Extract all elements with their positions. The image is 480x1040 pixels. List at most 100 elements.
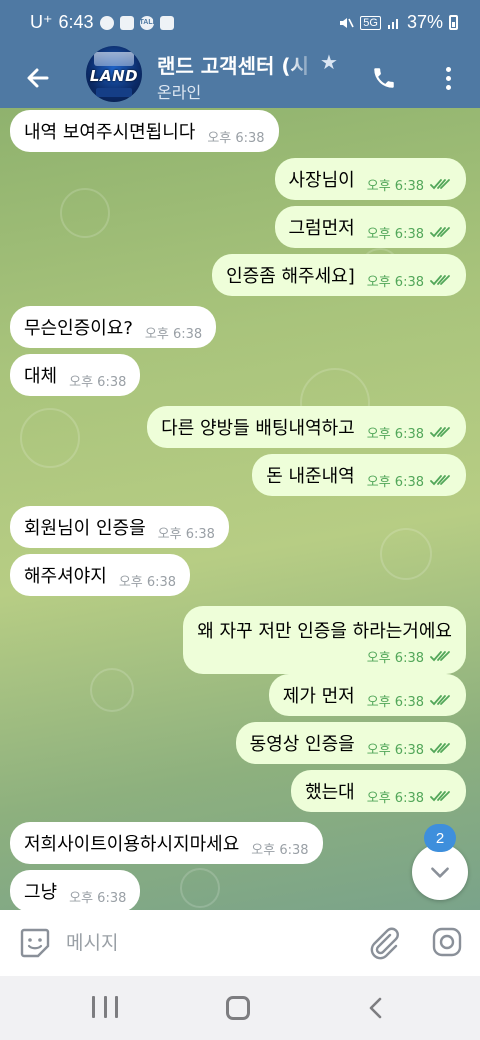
message-text: 회원님이 인증을	[24, 518, 146, 539]
message-time: 오후 6:38	[366, 426, 424, 442]
message-text: 그냥	[24, 882, 58, 903]
message-text: 제가 먼저	[282, 686, 355, 707]
outgoing-message[interactable]: 그럼먼저 오후 6:38	[274, 206, 466, 248]
message-time: 오후 6:38	[157, 526, 215, 542]
emoji-button[interactable]	[18, 926, 52, 960]
message-meta: 오후 6:38	[367, 787, 452, 806]
message-text: 동영상 인증을	[249, 734, 355, 755]
outgoing-message[interactable]: 왜 자꾸 저만 인증을 하라는거에요오후 6:38	[183, 606, 466, 674]
message-text: 인증좀 해주세요]	[226, 266, 355, 287]
message-icon	[159, 15, 174, 30]
scroll-to-bottom-button[interactable]	[412, 844, 468, 900]
arrow-left-icon	[27, 68, 49, 88]
call-button[interactable]	[366, 60, 402, 96]
battery-percent: 37%	[406, 12, 443, 32]
incoming-message[interactable]: 그냥 오후 6:38	[10, 870, 141, 910]
message-time: 오후 6:38	[366, 694, 424, 710]
message-meta: 오후 6:38	[119, 571, 176, 590]
read-checkmarks-icon	[430, 695, 450, 706]
message-meta: 오후 6:38	[367, 691, 452, 710]
incoming-message[interactable]: 저희사이트이용하시지마세요 오후 6:38	[10, 822, 323, 864]
message-meta: 오후 6:38	[367, 175, 452, 194]
home-button[interactable]	[226, 996, 250, 1020]
message-meta: 오후 6:38	[367, 471, 452, 490]
message-meta: 오후 6:38	[251, 839, 308, 858]
outgoing-message[interactable]: 돈 내준내역 오후 6:38	[252, 454, 466, 496]
message-text: 왜 자꾸 저만 인증을 하라는거에요	[197, 620, 452, 642]
message-text: 사장님이	[288, 170, 355, 191]
message-time: 오후 6:38	[366, 650, 424, 666]
message-meta: 오후 6:38	[367, 739, 452, 758]
message-time: 오후 6:38	[144, 326, 203, 342]
chat-header: LAND 랜드 고객센터 (시 ★ 온라인	[0, 46, 480, 108]
status-right: 5G 37%	[338, 12, 458, 33]
avatar[interactable]: LAND	[86, 46, 142, 102]
recents-button[interactable]	[92, 996, 118, 1018]
status-left: U⁺ 6:43 TALK	[30, 12, 174, 33]
composer	[0, 910, 480, 976]
message-time: 오후 6:38	[207, 130, 265, 146]
unread-count-badge: 2	[424, 824, 456, 852]
sticker-icon	[20, 928, 50, 958]
message-text: 했는대	[305, 782, 355, 803]
message-meta: 오후 6:38	[207, 127, 264, 146]
message-meta: 오후 6:38	[69, 371, 126, 390]
message-text: 대체	[24, 366, 58, 387]
read-checkmarks-icon	[430, 227, 450, 238]
incoming-message[interactable]: 회원님이 인증을 오후 6:38	[10, 506, 229, 548]
outgoing-message[interactable]: 인증좀 해주세요] 오후 6:38	[212, 254, 466, 296]
incoming-message[interactable]: 해주셔야지 오후 6:38	[10, 554, 191, 596]
message-time: 오후 6:38	[366, 178, 424, 194]
message-text: 무슨인증이요?	[24, 318, 133, 339]
message-text: 돈 내준내역	[266, 466, 355, 487]
more-options-button[interactable]	[430, 60, 466, 96]
notification-dot-icon	[99, 15, 114, 30]
message-text: 다른 양방들 배팅내역하고	[161, 418, 355, 439]
kakaotalk-icon: TALK	[139, 15, 158, 30]
incoming-message[interactable]: 대체 오후 6:38	[10, 354, 141, 396]
message-text: 내역 보여주시면됩니다	[24, 122, 196, 143]
message-meta: 오후 6:38	[158, 523, 215, 542]
message-time: 오후 6:38	[366, 274, 424, 290]
incoming-message[interactable]: 내역 보여주시면됩니다 오후 6:38	[10, 110, 279, 152]
message-time: 오후 6:38	[366, 742, 424, 758]
attach-button[interactable]	[366, 925, 402, 961]
back-button[interactable]	[18, 58, 58, 98]
online-status: 온라인	[157, 83, 202, 102]
signal-icon	[387, 18, 398, 29]
gallery-icon	[119, 15, 134, 30]
message-meta: 오후 6:38	[367, 223, 452, 242]
phone-icon	[374, 68, 394, 88]
read-checkmarks-icon	[430, 743, 450, 754]
outgoing-message[interactable]: 다른 양방들 배팅내역하고 오후 6:38	[147, 406, 466, 448]
message-input[interactable]	[66, 928, 346, 958]
message-meta: 오후 6:38	[367, 647, 452, 666]
message-meta: 오후 6:38	[367, 423, 452, 442]
message-time: 오후 6:38	[118, 574, 177, 590]
message-text: 그럼먼저	[288, 218, 355, 239]
message-time: 오후 6:38	[366, 474, 424, 490]
message-time: 오후 6:38	[366, 226, 424, 242]
message-time: 오후 6:38	[366, 790, 424, 806]
message-meta: 오후 6:38	[69, 887, 126, 906]
mute-icon	[340, 17, 354, 28]
outgoing-message[interactable]: 동영상 인증을 오후 6:38	[235, 722, 466, 764]
nav-back-button[interactable]	[362, 994, 390, 1022]
chat-area[interactable]: 내역 보여주시면됩니다 오후 6:38 사장님이 오후 6:38 그럼먼저 오후 6:38…	[0, 108, 480, 910]
camera-button[interactable]	[430, 925, 466, 961]
avatar-logo: LAND	[89, 67, 139, 85]
incoming-message[interactable]: 무슨인증이요? 오후 6:38	[10, 306, 217, 348]
outgoing-message[interactable]: 했는대 오후 6:38	[291, 770, 466, 812]
outgoing-message[interactable]: 제가 먼저 오후 6:38	[268, 674, 466, 716]
message-text: 해주셔야지	[24, 566, 107, 587]
message-time: 오후 6:38	[251, 842, 309, 858]
read-checkmarks-icon	[430, 651, 450, 662]
carrier-label: U⁺	[30, 12, 53, 32]
paperclip-icon	[370, 927, 399, 960]
message-meta: 오후 6:38	[367, 271, 452, 290]
message-time: 오후 6:38	[69, 374, 127, 390]
read-checkmarks-icon	[430, 791, 450, 802]
outgoing-message[interactable]: 사장님이 오후 6:38	[274, 158, 466, 200]
message-text: 저희사이트이용하시지마세요	[24, 834, 240, 855]
clock: 6:43	[58, 12, 94, 32]
